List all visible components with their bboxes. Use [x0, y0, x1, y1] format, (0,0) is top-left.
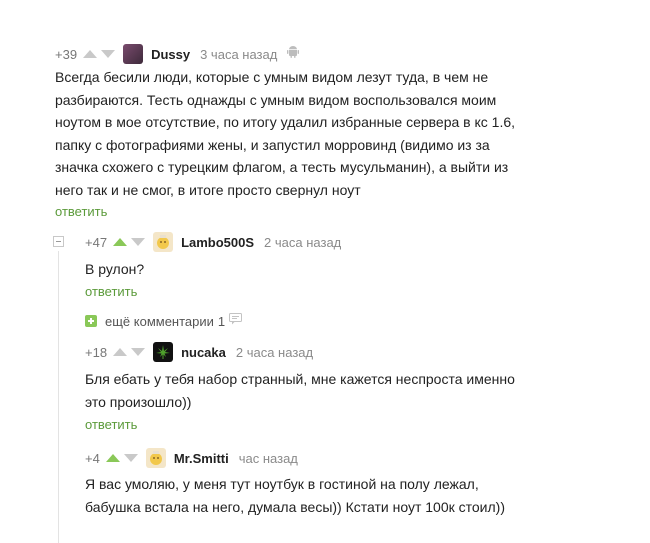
more-comments-count: 1: [217, 313, 226, 329]
comment-header: +47 Lambo500S 2 часа назад: [85, 232, 341, 252]
avatar[interactable]: [153, 232, 174, 252]
comment-icon: [229, 312, 243, 330]
comment-username[interactable]: Mr.Smitti: [174, 451, 229, 466]
comment-text-line: значка схожего с турецким флагом, а тест…: [55, 159, 509, 175]
comment-text: Всегда бесили люди, которые с умным видо…: [55, 66, 615, 201]
comment-username[interactable]: Lambo500S: [181, 235, 254, 250]
comment-text: В рулон?: [85, 258, 144, 281]
comment-text-line: ноутом в мое отсутствие, по итогу удалил…: [55, 114, 516, 130]
comment-rating: +39: [55, 46, 78, 62]
comment-rating: +18: [85, 344, 108, 360]
collapse-thread-button[interactable]: [53, 236, 64, 247]
comment-text-line: Бля ебать у тебя набор странный, мне каж…: [85, 371, 515, 387]
plus-icon: [85, 315, 97, 327]
avatar[interactable]: [153, 342, 174, 362]
upvote-button[interactable]: [83, 50, 98, 58]
comment-text-line: В рулон?: [85, 261, 145, 277]
comment-text-line: Я вас умоляю, у меня тут ноутбук в гости…: [85, 476, 479, 492]
reply-button[interactable]: ответить: [85, 417, 137, 432]
downvote-button[interactable]: [131, 348, 146, 356]
comment-text-line: него так и не смог, в итоге просто сверн…: [55, 181, 361, 198]
comment-time[interactable]: 3 часа назад: [200, 47, 277, 62]
comment-time[interactable]: 2 часа назад: [236, 345, 313, 360]
reply-button[interactable]: ответить: [85, 284, 137, 299]
upvote-button[interactable]: [105, 454, 120, 462]
default-avatar-icon: [157, 235, 170, 249]
comment-time[interactable]: 2 часа назад: [264, 235, 341, 250]
avatar[interactable]: [123, 44, 144, 64]
android-icon: [287, 45, 300, 63]
comment-text-line: это произошло)): [85, 393, 192, 410]
comment-text-line: разбираются. Тесть однажды с умным видом…: [55, 91, 497, 108]
downvote-button[interactable]: [131, 238, 146, 246]
comment-text-line: бабушка встала на него, думала весы)) Кс…: [85, 498, 505, 515]
default-avatar-icon: [149, 451, 162, 465]
comment-text: Я вас умоляю, у меня тут ноутбук в гости…: [85, 473, 625, 518]
comment-text-line: папку с фотографиями жены, и запустил мо…: [55, 136, 490, 153]
comment-username[interactable]: Dussy: [151, 47, 190, 62]
downvote-button[interactable]: [123, 454, 138, 462]
comment-text: Бля ебать у тебя набор странный, мне каж…: [85, 368, 625, 413]
comment-rating: +47: [85, 234, 108, 250]
comment-rating: +4: [85, 450, 100, 466]
comment-header: +4 Mr.Smitti час назад: [85, 448, 298, 468]
comment-text-line: Всегда бесили люди, которые с умным видо…: [55, 69, 489, 85]
upvote-button[interactable]: [113, 238, 128, 246]
reply-button[interactable]: ответить: [55, 204, 107, 219]
comment-header: +18 nucaka 2 часа назад: [85, 342, 313, 362]
comment-header: +39 Dussy 3 часа назад: [55, 44, 300, 64]
comment-username[interactable]: nucaka: [181, 345, 226, 360]
comment-time[interactable]: час назад: [239, 451, 298, 466]
more-comments-link[interactable]: ещё комментарии 1: [85, 311, 243, 331]
more-comments-label: ещё комментарии: [105, 313, 214, 329]
thread-line[interactable]: [58, 251, 59, 543]
leaf-icon: [156, 345, 171, 359]
upvote-button[interactable]: [113, 348, 128, 356]
avatar[interactable]: [145, 448, 166, 468]
downvote-button[interactable]: [101, 50, 116, 58]
